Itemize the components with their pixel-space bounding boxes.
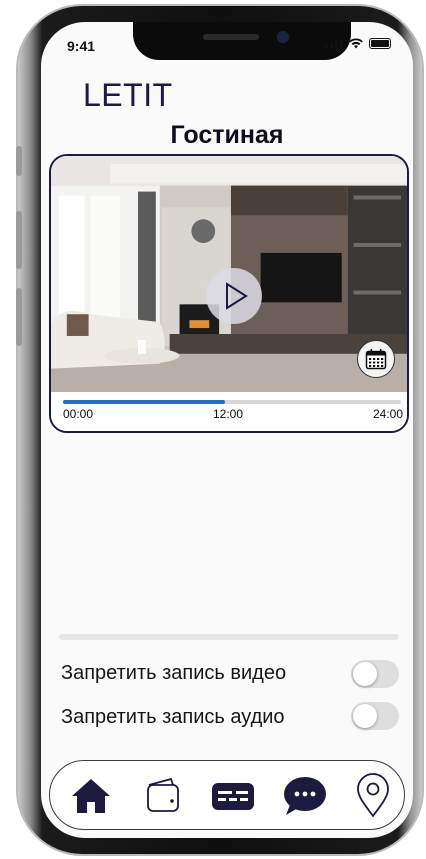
play-icon — [226, 282, 248, 310]
calendar-icon — [365, 349, 387, 370]
tab-wallet[interactable] — [140, 773, 186, 819]
status-time: 9:41 — [67, 38, 96, 54]
status-icons — [325, 38, 391, 49]
speaker — [203, 34, 259, 40]
timeline-label-end: 24:00 — [372, 407, 403, 421]
timeline-label-mid: 12:00 — [213, 407, 244, 421]
front-camera — [277, 31, 289, 43]
section-divider — [59, 634, 399, 640]
location-icon — [357, 773, 389, 818]
battery-icon — [369, 38, 391, 49]
bottom-tab-bar — [49, 760, 405, 830]
tab-card[interactable] — [210, 773, 256, 819]
toggle-knob — [353, 704, 377, 728]
wifi-icon — [349, 38, 363, 49]
setting-label-video: Запретить запись видео — [61, 662, 287, 684]
wallet-icon — [147, 777, 179, 812]
chat-icon — [284, 777, 326, 815]
timeline-progress — [63, 400, 226, 404]
side-button-mute — [16, 146, 22, 176]
notch — [133, 22, 351, 60]
tab-chat[interactable] — [282, 773, 328, 819]
side-button-volume-down — [16, 288, 22, 346]
timeline-label-start: 00:00 — [63, 407, 94, 421]
home-icon — [72, 779, 110, 813]
app-logo: LETIT — [83, 77, 173, 113]
setting-label-audio: Запретить запись аудио — [61, 706, 285, 728]
toggle-block-audio[interactable] — [351, 702, 399, 730]
card-icon — [212, 783, 254, 810]
toggle-block-video[interactable] — [351, 660, 399, 688]
phone-screen: 9:41 LETIT Гостиная 00:00 12:00 24:00 За… — [41, 22, 413, 838]
page-title: Гостиная — [170, 121, 284, 149]
tab-location[interactable] — [350, 773, 396, 819]
camera-video-player[interactable]: 00:00 12:00 24:00 — [49, 154, 409, 433]
calendar-button[interactable] — [357, 340, 395, 378]
side-button-volume-up — [16, 211, 22, 269]
video-timeline[interactable]: 00:00 12:00 24:00 — [51, 392, 407, 431]
timeline-track[interactable] — [63, 400, 401, 404]
play-button[interactable] — [206, 268, 262, 324]
toggle-knob — [353, 662, 377, 686]
signal-icon — [325, 39, 343, 49]
tab-home[interactable] — [68, 773, 114, 819]
